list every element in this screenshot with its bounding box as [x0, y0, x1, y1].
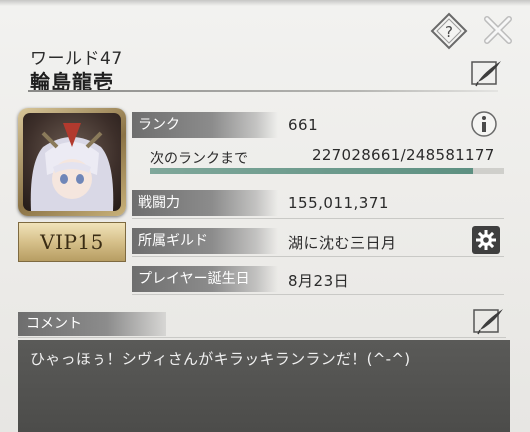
- gear-icon: [476, 230, 496, 250]
- birthday-value: 8月23日: [288, 272, 350, 290]
- comment-divider: [18, 337, 506, 338]
- help-icon[interactable]: ?: [430, 12, 468, 50]
- row-divider: [132, 256, 504, 257]
- row-divider: [132, 218, 504, 219]
- svg-text:?: ?: [445, 23, 453, 41]
- exp-progress-fill: [150, 168, 474, 174]
- quill-pen-icon: [478, 61, 501, 82]
- rank-label: ランク: [132, 112, 278, 138]
- row-divider: [132, 294, 504, 295]
- power-value: 155,011,371: [288, 194, 389, 212]
- guild-value: 湖に沈む三日月: [288, 234, 397, 252]
- vip-badge: VIP15: [18, 222, 126, 262]
- edit-comment-button[interactable]: [472, 306, 506, 336]
- rank-value: 661: [288, 116, 319, 134]
- next-rank-label: 次のランクまで: [150, 151, 248, 167]
- power-label: 戦闘力: [132, 190, 278, 216]
- guild-settings-button[interactable]: [472, 226, 500, 254]
- avatar-portrait: [30, 123, 114, 211]
- name-divider: [28, 90, 498, 92]
- birthday-label: プレイヤー誕生日: [132, 266, 278, 292]
- info-icon[interactable]: [470, 110, 498, 138]
- comment-header: コメント: [18, 312, 166, 336]
- guild-label: 所属ギルド: [132, 228, 278, 254]
- comment-text: ひゃっほぅ！シヴィさんがキラッキランランだ！(^-^): [30, 350, 411, 368]
- next-rank-value: 227028661/248581177: [312, 146, 495, 164]
- player-avatar-frame[interactable]: [18, 108, 126, 216]
- exp-progress-bar: [150, 168, 504, 174]
- quill-pen-icon: [480, 309, 503, 330]
- avatar: [23, 113, 121, 211]
- edit-name-button[interactable]: [470, 58, 504, 88]
- close-icon[interactable]: [482, 14, 514, 46]
- player-profile-panel: ? ワールド47 輪島龍壱 VIP15 ランク 661 次のランクまで 2270…: [0, 0, 530, 432]
